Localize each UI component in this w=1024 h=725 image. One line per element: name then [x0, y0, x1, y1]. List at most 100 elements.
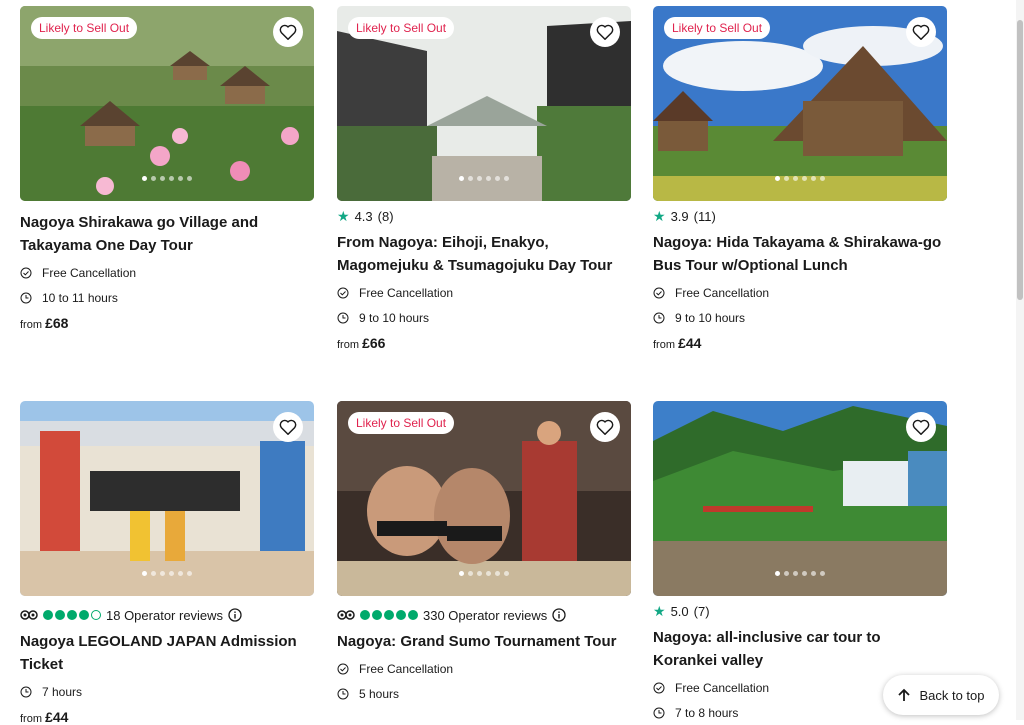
tour-title[interactable]: From Nagoya: Eihoji, Enakyo, Magomejuku …: [337, 231, 631, 277]
clock-icon: [653, 707, 665, 718]
tour-card-2[interactable]: Likely to Sell Out ★ 4.3 (8) From Nagoya…: [337, 6, 631, 351]
likely-to-sell-out-badge: Likely to Sell Out: [348, 412, 455, 434]
review-count: (7): [693, 603, 710, 619]
wishlist-button[interactable]: [906, 17, 936, 47]
tour-card-1[interactable]: Likely to Sell Out Nagoya Shirakawa go V…: [20, 6, 314, 331]
tour-image[interactable]: Likely to Sell Out: [337, 6, 631, 201]
heart-icon: [279, 24, 297, 40]
back-to-top-button[interactable]: Back to top: [883, 675, 999, 715]
duration: 5 hours: [337, 684, 631, 703]
duration: 9 to 10 hours: [337, 308, 631, 327]
tour-card-6[interactable]: ★ 5.0 (7) Nagoya: all-inclusive car tour…: [653, 401, 947, 722]
scrollbar[interactable]: [1016, 0, 1024, 720]
duration-label: 7 hours: [42, 684, 83, 699]
cancellation-label: Free Cancellation: [675, 680, 770, 695]
info-icon[interactable]: [552, 608, 566, 622]
tour-title[interactable]: Nagoya Shirakawa go Village and Takayama…: [20, 211, 314, 257]
rating: ★ 5.0 (7): [653, 602, 947, 620]
carousel-dots[interactable]: [142, 176, 192, 181]
price: from £68: [20, 315, 314, 331]
operator-rating: 18 Operator reviews: [20, 606, 314, 624]
duration: 10 to 11 hours: [20, 288, 314, 307]
tour-image[interactable]: Likely to Sell Out: [337, 401, 631, 596]
tour-image[interactable]: Likely to Sell Out: [20, 6, 314, 201]
wishlist-button[interactable]: [590, 17, 620, 47]
duration-label: 7 to 8 hours: [675, 705, 739, 720]
operator-reviews: 330 Operator reviews: [423, 607, 548, 623]
arrow-up-icon: [898, 688, 911, 701]
info-icon[interactable]: [228, 608, 242, 622]
price-prefix: from: [653, 339, 675, 351]
rating-value: 4.3: [354, 208, 373, 224]
free-cancellation: Free Cancellation: [337, 659, 631, 678]
clock-icon: [337, 312, 349, 323]
tour-card-3[interactable]: Likely to Sell Out ★ 3.9 (11) Nagoya: Hi…: [653, 6, 947, 351]
duration-label: 10 to 11 hours: [42, 290, 118, 305]
price-value: £68: [45, 315, 69, 331]
price-value: £44: [45, 709, 69, 725]
review-count: (8): [377, 208, 394, 224]
heart-icon: [912, 24, 930, 40]
wishlist-button[interactable]: [273, 412, 303, 442]
likely-to-sell-out-badge: Likely to Sell Out: [348, 17, 455, 39]
cancellation-label: Free Cancellation: [42, 265, 137, 280]
heart-icon: [279, 419, 297, 435]
likely-to-sell-out-badge: Likely to Sell Out: [31, 17, 138, 39]
legoland-photo: [20, 401, 314, 596]
price: from £66: [337, 335, 631, 351]
rating-value: 3.9: [670, 208, 689, 224]
heart-icon: [912, 419, 930, 435]
tour-image[interactable]: Likely to Sell Out: [653, 6, 947, 201]
carousel-dots[interactable]: [459, 176, 509, 181]
star-icon: ★: [653, 602, 666, 619]
carousel-dots[interactable]: [775, 571, 825, 576]
tripadvisor-owl-icon: [20, 610, 38, 620]
duration: 9 to 10 hours: [653, 308, 947, 327]
wishlist-button[interactable]: [273, 17, 303, 47]
star-icon: ★: [337, 207, 350, 224]
rating: ★ 4.3 (8): [337, 207, 631, 225]
tour-card-5[interactable]: Likely to Sell Out 330 Operator reviews …: [337, 401, 631, 703]
carousel-dots[interactable]: [142, 571, 192, 576]
duration-label: 9 to 10 hours: [675, 310, 746, 325]
tour-title[interactable]: Nagoya: Hida Takayama & Shirakawa-go Bus…: [653, 231, 947, 277]
price: from £44: [20, 709, 314, 725]
tour-image[interactable]: [653, 401, 947, 596]
tour-title[interactable]: Nagoya: Grand Sumo Tournament Tour: [337, 630, 631, 653]
check-circle-icon: [337, 663, 349, 674]
scrollbar-thumb[interactable]: [1017, 20, 1023, 300]
check-circle-icon: [653, 287, 665, 298]
likely-to-sell-out-badge: Likely to Sell Out: [664, 17, 771, 39]
carousel-dots[interactable]: [459, 571, 509, 576]
price-value: £44: [678, 335, 702, 351]
clock-icon: [653, 312, 665, 323]
duration-label: 5 hours: [359, 686, 400, 701]
bubble-rating: [43, 610, 101, 620]
operator-rating: 330 Operator reviews: [337, 606, 631, 624]
clock-icon: [20, 292, 32, 303]
rating: ★ 3.9 (11): [653, 207, 947, 225]
check-circle-icon: [20, 267, 32, 278]
price-prefix: from: [20, 319, 42, 331]
cancellation-label: Free Cancellation: [359, 661, 454, 676]
heart-icon: [596, 419, 614, 435]
check-circle-icon: [337, 287, 349, 298]
wishlist-button[interactable]: [906, 412, 936, 442]
tour-title[interactable]: Nagoya LEGOLAND JAPAN Admission Ticket: [20, 630, 314, 676]
korankei-valley-photo: [653, 401, 947, 596]
price-prefix: from: [20, 713, 42, 725]
wishlist-button[interactable]: [590, 412, 620, 442]
carousel-dots[interactable]: [775, 176, 825, 181]
bubble-rating: [360, 610, 418, 620]
tour-image[interactable]: [20, 401, 314, 596]
tour-title[interactable]: Nagoya: all-inclusive car tour to Korank…: [653, 626, 947, 672]
star-icon: ★: [653, 207, 666, 224]
heart-icon: [596, 24, 614, 40]
free-cancellation: Free Cancellation: [20, 263, 314, 282]
free-cancellation: Free Cancellation: [337, 283, 631, 302]
price: from £44: [653, 335, 947, 351]
clock-icon: [20, 686, 32, 697]
cancellation-label: Free Cancellation: [675, 285, 770, 300]
tour-card-4[interactable]: 18 Operator reviews Nagoya LEGOLAND JAPA…: [20, 401, 314, 725]
cancellation-label: Free Cancellation: [359, 285, 454, 300]
